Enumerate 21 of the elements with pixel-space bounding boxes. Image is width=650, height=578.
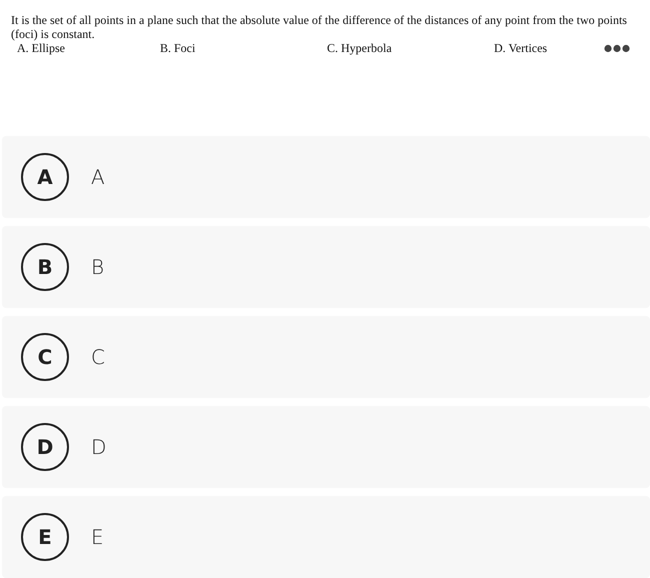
option-letter-badge: A — [21, 153, 69, 201]
option-letter-badge: D — [21, 423, 69, 471]
answer-choice-text: B. Foci — [160, 41, 196, 55]
answer-choice-text: C. Hyperbola — [327, 41, 393, 55]
option-label: D — [91, 435, 106, 459]
answer-option[interactable]: D D — [2, 406, 650, 488]
answer-option[interactable]: C C — [2, 316, 650, 398]
question-text: It is the set of all points in a plane such that the absolute value of the difference of the distances of any point from the two points (foci) is constant. — [11, 13, 628, 41]
answer-choice-text: D. Vertices — [494, 41, 548, 55]
answer-option[interactable]: B B — [2, 226, 650, 308]
option-label: C — [91, 345, 105, 369]
option-letter-badge: E — [21, 513, 69, 561]
option-label: E — [91, 525, 104, 549]
option-label: A — [91, 165, 105, 189]
answer-option[interactable]: A A — [2, 136, 650, 218]
answer-option[interactable]: E E — [2, 496, 650, 578]
ellipsis-icon — [603, 44, 631, 52]
option-letter-badge: B — [21, 243, 69, 291]
option-label: B — [91, 255, 104, 279]
option-letter-badge: C — [21, 333, 69, 381]
answer-choice-text: A. Ellipse — [17, 41, 66, 55]
